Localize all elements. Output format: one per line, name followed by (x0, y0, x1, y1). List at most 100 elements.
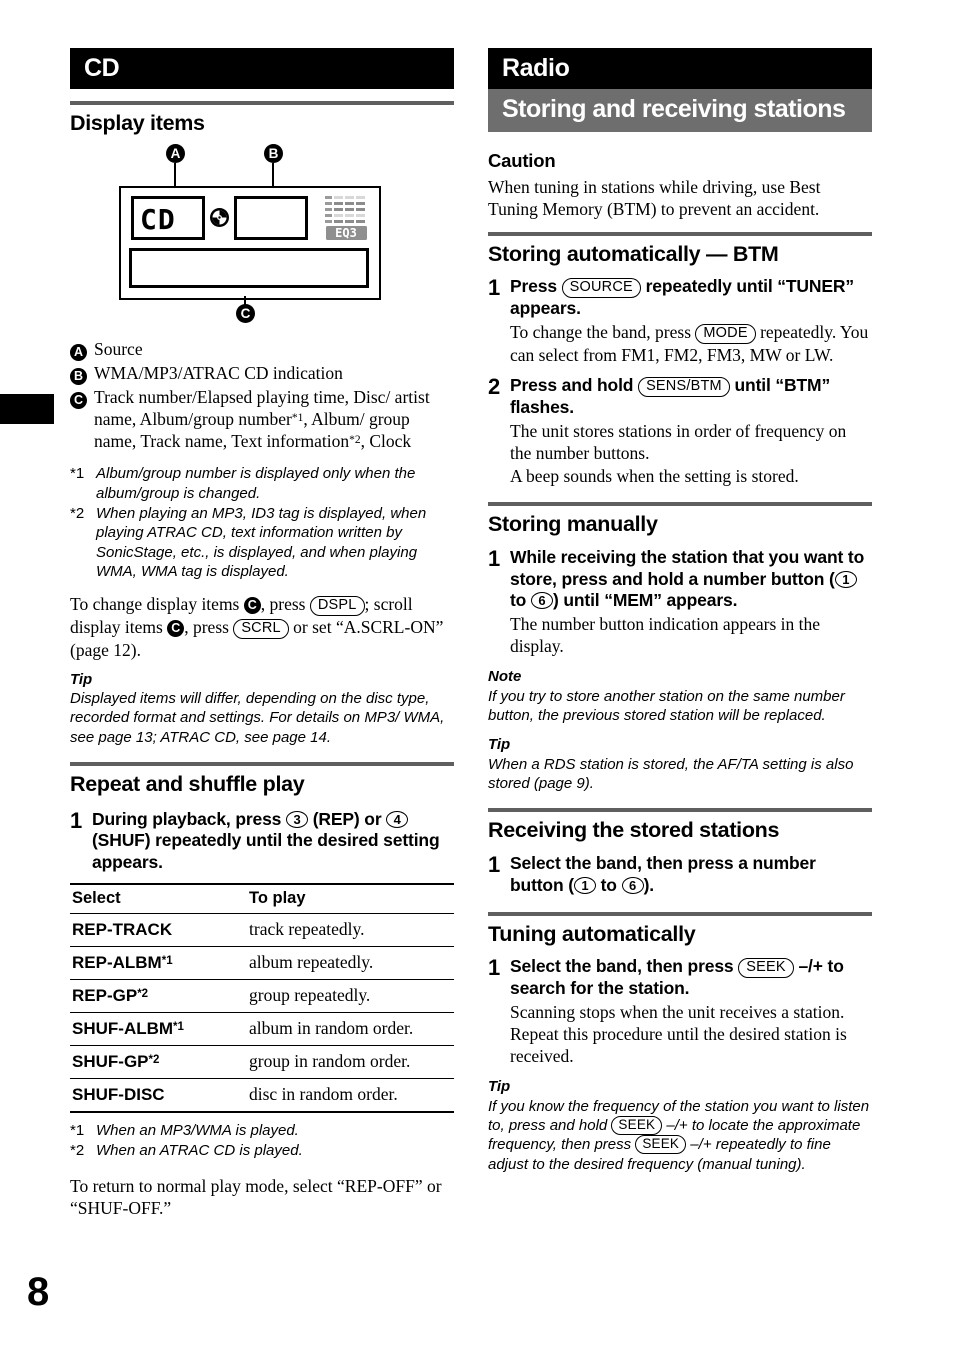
cell-select: REP-TRACK (70, 913, 247, 947)
legend-text-a: Source (94, 338, 143, 359)
chapter-edge-tab (0, 394, 54, 424)
rule-above-storing-auto (488, 231, 872, 236)
right-column: Radio Storing and receiving stations Cau… (488, 48, 872, 1182)
diagram-source-segment-text: CD (140, 202, 176, 236)
step-text-part1: Press (510, 276, 562, 297)
table-header-row: Select To play (70, 882, 454, 914)
footnote: *1 When an MP3/WMA is played. (70, 1121, 454, 1140)
cell-to-play: album in random order. (247, 1012, 454, 1046)
change-display-items-paragraph: To change display items C, press DSPL; s… (70, 593, 454, 661)
footnote-text: When playing an MP3, ID3 tag is displaye… (96, 504, 427, 580)
step-tuning-auto-1: 1 Select the band, then press SEEK –/+ t… (488, 956, 872, 1067)
step-number: 1 (488, 545, 501, 571)
cell-select: SHUF-DISC (70, 1078, 247, 1113)
number-button-6[interactable]: 6 (530, 592, 553, 610)
step-text-part1: Select the band, then press (510, 956, 739, 977)
display-items-footnotes: *1 Album/group number is displayed only … (70, 464, 454, 581)
number-button-4[interactable]: 4 (386, 810, 409, 828)
rule-above-display-items (70, 101, 454, 106)
cell-to-play: album repeatedly. (247, 946, 454, 980)
note-text: If you try to store another station on t… (488, 687, 845, 724)
source-button[interactable]: SOURCE (561, 278, 641, 299)
caution-text: When tuning in stations while driving, u… (488, 176, 821, 219)
rule-above-repeat-shuffle (70, 762, 454, 767)
step-number: 2 (488, 374, 501, 400)
dspl-button[interactable]: DSPL (309, 596, 365, 617)
step-title: Select the band, then press SEEK –/+ to … (510, 956, 872, 1000)
column-header-to-play: To play (247, 882, 454, 914)
table-row: SHUF-ALBM*1 album in random order. (70, 1012, 454, 1046)
diagram-format-box (234, 195, 308, 240)
heading-tuning-automatically: Tuning automatically (488, 921, 696, 946)
table-row: REP-TRACK track repeatedly. (70, 913, 454, 947)
tip-text: When a RDS station is stored, the AF/TA … (488, 755, 854, 793)
seek-button[interactable]: SEEK (635, 1135, 687, 1155)
seek-button[interactable]: SEEK (738, 958, 794, 979)
heading-repeat-shuffle: Repeat and shuffle play (70, 772, 305, 797)
footnote: *2 When an ATRAC CD is played. (70, 1141, 454, 1160)
footnote-mark: *2 (70, 504, 85, 522)
legend-text-c: Track number/Elapsed playing time, Disc/… (94, 387, 430, 452)
chapter-banner-cd: CD (70, 48, 454, 90)
cell-select: REP-GP*2 (70, 979, 247, 1013)
number-button-3[interactable]: 3 (285, 810, 308, 828)
step-title: Select the band, then press a number but… (510, 853, 872, 896)
diagram-panel-frame: CD EQ3 (119, 185, 381, 300)
footnote-text: When an ATRAC CD is played. (96, 1142, 303, 1160)
tip-text: If you know the frequency of the station… (488, 1097, 872, 1174)
rule-above-receiving-stored (488, 808, 872, 813)
step-text-part2: (REP) or (307, 808, 387, 829)
diagram-text-box (129, 247, 369, 288)
tip-label: Tip (70, 670, 93, 688)
cell-select: SHUF-GP*2 (70, 1045, 247, 1079)
sens-btm-button[interactable]: SENS/BTM (638, 377, 730, 398)
diagram-badge-a: A (166, 143, 185, 163)
diagram-legend-list: A Source B WMA/MP3/ATRAC CD indication C… (70, 338, 454, 452)
step-description-line1: The unit stores stations in order of fre… (510, 421, 847, 464)
seek-button[interactable]: SEEK (611, 1116, 663, 1135)
legend-item: C Track number/Elapsed playing time, Dis… (70, 386, 454, 452)
table-row: REP-GP*2 group repeatedly. (70, 979, 454, 1013)
section-banner-storing-receiving: Storing and receiving stations (488, 89, 872, 132)
table-row: SHUF-DISC disc in random order. (70, 1078, 454, 1113)
tip-label: Tip (488, 736, 511, 754)
step-description: To change the band, press MODE repeatedl… (510, 321, 872, 366)
step-description: Scanning stops when the unit receives a … (510, 1002, 847, 1067)
mode-button[interactable]: MODE (695, 324, 756, 345)
caution-label: Caution (488, 149, 556, 171)
step-text-part1: Select the band, then press a number but… (510, 853, 816, 895)
cell-to-play: disc in random order. (247, 1078, 454, 1113)
step-storing-manual-1: 1 While receiving the station that you w… (488, 547, 872, 657)
step-text-part1: While receiving the station that you wan… (510, 546, 865, 589)
rule-above-tuning-auto (488, 911, 872, 916)
left-column: CD Display items A B CD EQ3 C A Source B… (70, 48, 454, 1227)
diagram-badge-b: B (264, 143, 283, 163)
column-header-select: Select (70, 882, 247, 914)
number-button-1[interactable]: 1 (834, 570, 857, 588)
number-button-6[interactable]: 6 (621, 876, 644, 894)
scrl-button[interactable]: SCRL (233, 619, 289, 640)
legend-item: B WMA/MP3/ATRAC CD indication (70, 362, 454, 386)
step-number: 1 (488, 275, 501, 301)
step-storing-auto-1: 1 Press SOURCE repeatedly until “TUNER” … (488, 276, 872, 366)
repeat-shuffle-table: Select To play REP-TRACK track repeatedl… (70, 882, 454, 1113)
step-title: During playback, press 3 (REP) or 4 (SHU… (92, 809, 454, 874)
step-title: Press and hold SENS/BTM until “BTM” flas… (510, 375, 872, 419)
cell-select: REP-ALBM*1 (70, 946, 247, 980)
step-text-part3: ) until “MEM” appears. (552, 590, 738, 611)
repeat-shuffle-closing: To return to normal play mode, select “R… (70, 1175, 442, 1218)
diagram-source-box: CD (131, 195, 205, 240)
footnote-mark: *1 (70, 1121, 85, 1139)
disc-icon (209, 207, 230, 228)
number-button-1[interactable]: 1 (573, 876, 596, 894)
rule-above-storing-manual (488, 502, 872, 507)
cell-to-play: group repeatedly. (247, 979, 454, 1013)
cell-select: SHUF-ALBM*1 (70, 1012, 247, 1046)
step-number: 1 (488, 955, 501, 981)
step-text-part1: Press and hold (510, 375, 639, 396)
heading-storing-automatically: Storing automatically — BTM (488, 241, 779, 266)
diagram-leader-b (272, 162, 274, 188)
step-text-part2: to (595, 874, 622, 895)
heading-display-items: Display items (70, 111, 205, 136)
diagram-leader-a (174, 162, 176, 188)
